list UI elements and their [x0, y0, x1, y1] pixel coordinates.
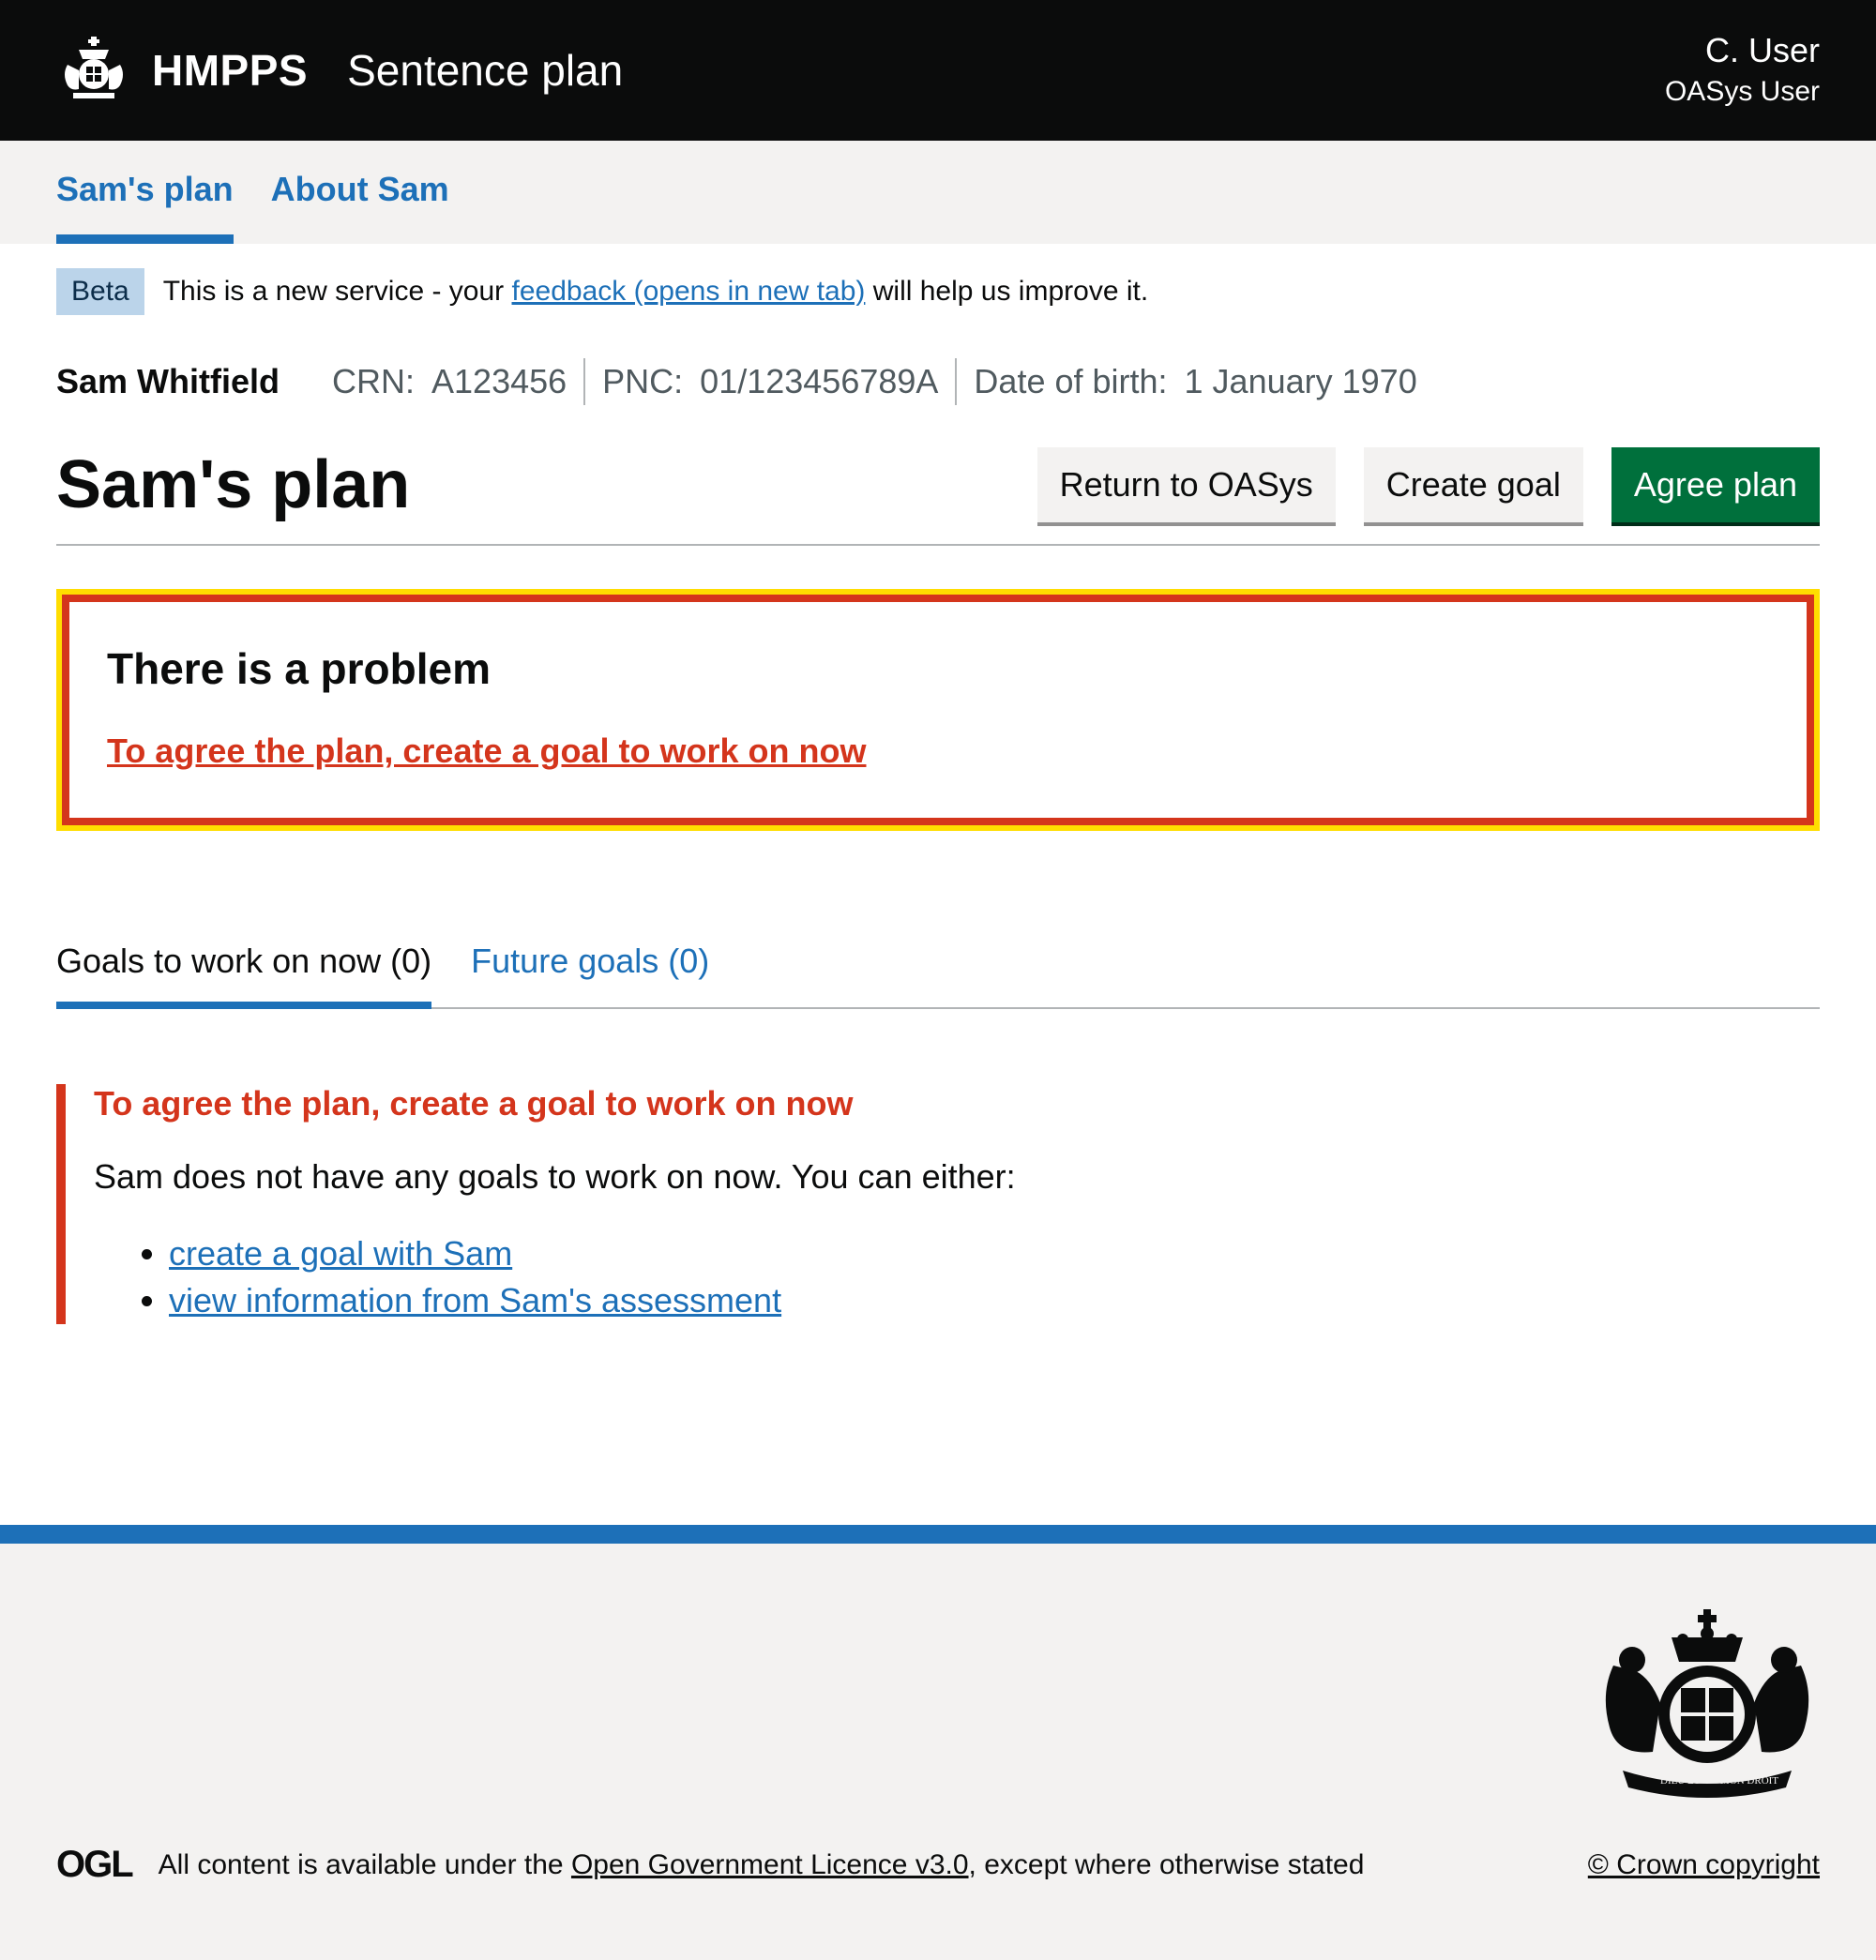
crest-motto-right: MON DROIT	[1720, 1775, 1778, 1787]
goal-tabs: Goals to work on now (0) Future goals (0…	[56, 942, 1820, 1009]
footer-meta: OGL All content is available under the O…	[56, 1844, 1820, 1886]
tab-goals-now[interactable]: Goals to work on now (0)	[56, 942, 432, 1009]
person-details: Sam Whitfield CRN: A123456 PNC: 01/12345…	[56, 358, 1820, 405]
licence-info: OGL All content is available under the O…	[56, 1844, 1364, 1886]
crown-copyright-link[interactable]: © Crown copyright	[1588, 1849, 1820, 1880]
pnc-value: 01/123456789A	[700, 362, 939, 400]
view-assessment-link[interactable]: view information from Sam's assessment	[169, 1281, 781, 1319]
crn-label: CRN:	[332, 362, 416, 400]
royal-coat-of-arms-icon: DIEU ET MON DROIT	[1605, 1609, 1809, 1798]
header-org-name: HMPPS	[152, 46, 309, 95]
brand[interactable]: HMPPS Sentence plan	[56, 33, 623, 108]
user-info: C. User OASys User	[1665, 29, 1820, 112]
dob-label: Date of birth:	[974, 362, 1168, 400]
royal-crest-icon	[65, 37, 123, 98]
create-goal-link[interactable]: create a goal with Sam	[169, 1234, 512, 1273]
phase-banner: Beta This is a new service - your feedba…	[56, 268, 1820, 315]
crn-detail: CRN: A123456	[315, 362, 583, 401]
nav-item-sams-plan[interactable]: Sam's plan	[56, 141, 234, 244]
user-name: C. User	[1704, 31, 1820, 69]
page-title: Sam's plan	[56, 447, 411, 522]
phase-text-after: will help us improve it.	[865, 276, 1149, 307]
inset-body-text: Sam does not have any goals to work on n…	[94, 1157, 1016, 1196]
inset-link-list: create a goal with Sam view information …	[94, 1230, 1820, 1324]
phase-text-before: This is a new service - your	[162, 276, 512, 307]
inset-error-title: To agree the plan, create a goal to work…	[94, 1084, 854, 1123]
copyright: © Crown copyright	[1588, 1849, 1820, 1881]
nav-item-about-sam[interactable]: About Sam	[271, 141, 449, 244]
crn-value: A123456	[431, 362, 567, 400]
feedback-link[interactable]: feedback (opens in new tab)	[512, 276, 866, 307]
header-service-name: Sentence plan	[347, 46, 624, 95]
crest-motto-left: DIEU ET	[1660, 1775, 1701, 1787]
user-role: OASys User	[1664, 76, 1820, 107]
create-goal-button[interactable]: Create goal	[1363, 447, 1583, 522]
licence-text: All content is available under the Open …	[159, 1849, 1365, 1881]
tab-future-goals[interactable]: Future goals (0)	[471, 942, 709, 1009]
site-footer: DIEU ET MON DROIT OGL All content is ava…	[0, 1525, 1876, 1960]
main-content: Beta This is a new service - your feedba…	[0, 268, 1876, 1324]
dob-value: 1 January 1970	[1184, 362, 1417, 400]
beta-tag: Beta	[56, 268, 144, 315]
error-inset: To agree the plan, create a goal to work…	[56, 1084, 1820, 1324]
dob-detail: Date of birth: 1 January 1970	[957, 362, 1433, 401]
pnc-label: PNC:	[602, 362, 684, 400]
agree-plan-button[interactable]: Agree plan	[1611, 447, 1820, 522]
site-header: HMPPS Sentence plan C. User OASys User	[0, 0, 1876, 141]
primary-navigation: Sam's plan About Sam	[0, 141, 1876, 244]
action-buttons: Return to OASys Create goal Agree plan	[1036, 447, 1820, 522]
ogl-logo-icon: OGL	[56, 1844, 134, 1885]
licence-text-before: All content is available under the	[158, 1848, 571, 1880]
error-summary-link[interactable]: To agree the plan, create a goal to work…	[107, 731, 866, 771]
error-summary-focus: There is a problem To agree the plan, cr…	[56, 589, 1820, 831]
phase-banner-text: This is a new service - your feedback (o…	[163, 276, 1148, 308]
licence-link[interactable]: Open Government Licence v3.0	[571, 1849, 969, 1880]
licence-text-after: , except where otherwise stated	[968, 1848, 1365, 1880]
error-summary: There is a problem To agree the plan, cr…	[62, 595, 1814, 825]
return-to-oasys-button[interactable]: Return to OASys	[1036, 447, 1336, 522]
list-item: create a goal with Sam	[169, 1230, 1820, 1277]
pnc-detail: PNC: 01/123456789A	[585, 362, 955, 401]
person-name: Sam Whitfield	[56, 362, 280, 400]
error-summary-title: There is a problem	[107, 644, 492, 693]
page-title-row: Sam's plan Return to OASys Create goal A…	[56, 446, 1820, 546]
list-item: view information from Sam's assessment	[169, 1277, 1820, 1324]
